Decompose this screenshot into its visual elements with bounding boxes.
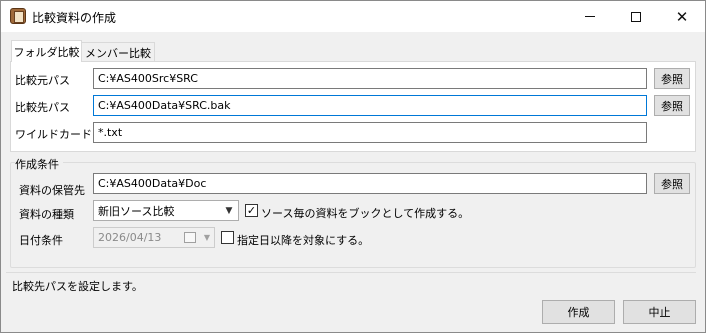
target-browse-button[interactable]: 参照 bbox=[654, 95, 690, 116]
compare-dialog: 比較資料の作成 ✕ フォルダ比較 メンバー比較 比較元パス C:¥AS400Sr… bbox=[0, 0, 706, 333]
wildcard-label: ワイルドカード bbox=[15, 128, 92, 141]
calendar-icon bbox=[184, 232, 196, 243]
minimize-icon bbox=[585, 16, 595, 17]
book-checkbox-label[interactable]: ソース毎の資料をブックとして作成する。 bbox=[261, 205, 469, 221]
source-browse-button[interactable]: 参照 bbox=[654, 68, 690, 89]
status-message: 比較先パスを設定します。 bbox=[12, 280, 143, 293]
save-location-label: 資料の保管先 bbox=[19, 184, 85, 197]
book-checkbox[interactable]: ✓ bbox=[245, 204, 258, 217]
date-filter-checkbox-label[interactable]: 指定日以降を対象にする。 bbox=[237, 232, 369, 248]
options-group-title: 作成条件 bbox=[15, 156, 63, 172]
target-path-label: 比較先パス bbox=[15, 101, 70, 114]
chevron-down-icon: ▼ bbox=[225, 206, 233, 216]
doc-type-value: 新旧ソース比較 bbox=[98, 204, 175, 218]
target-path-input[interactable]: C:¥AS400Data¥SRC.bak bbox=[93, 95, 647, 116]
tab-member-compare[interactable]: メンバー比較 bbox=[82, 42, 155, 62]
doc-type-select[interactable]: 新旧ソース比較 ▼ bbox=[93, 200, 239, 221]
app-icon bbox=[10, 8, 26, 24]
create-button[interactable]: 作成 bbox=[542, 300, 615, 324]
window-title: 比較資料の作成 bbox=[32, 11, 117, 25]
date-condition-label: 日付条件 bbox=[19, 234, 63, 247]
save-location-input[interactable]: C:¥AS400Data¥Doc bbox=[93, 173, 647, 194]
date-picker[interactable]: 2026/04/13 ▼ bbox=[93, 227, 215, 248]
source-path-input[interactable]: C:¥AS400Src¥SRC bbox=[93, 68, 647, 89]
minimize-button[interactable] bbox=[567, 1, 613, 32]
date-filter-checkbox[interactable] bbox=[221, 231, 234, 244]
source-path-label: 比較元パス bbox=[15, 74, 70, 87]
maximize-button[interactable] bbox=[613, 1, 659, 32]
cancel-button[interactable]: 中止 bbox=[623, 300, 696, 324]
close-icon: ✕ bbox=[675, 7, 689, 26]
title-bar: 比較資料の作成 ✕ bbox=[1, 1, 705, 32]
wildcard-input[interactable]: *.txt bbox=[93, 122, 647, 143]
doc-type-label: 資料の種類 bbox=[19, 208, 74, 221]
date-dropdown-icon: ▼ bbox=[203, 233, 210, 242]
date-value: 2026/04/13 bbox=[98, 231, 162, 244]
maximize-icon bbox=[631, 11, 641, 22]
close-button[interactable]: ✕ bbox=[659, 1, 705, 32]
checkmark-icon: ✓ bbox=[246, 204, 257, 217]
status-bar: 比較先パスを設定します。 bbox=[6, 272, 696, 293]
tab-folder-compare[interactable]: フォルダ比較 bbox=[11, 40, 82, 62]
save-browse-button[interactable]: 参照 bbox=[654, 173, 690, 194]
